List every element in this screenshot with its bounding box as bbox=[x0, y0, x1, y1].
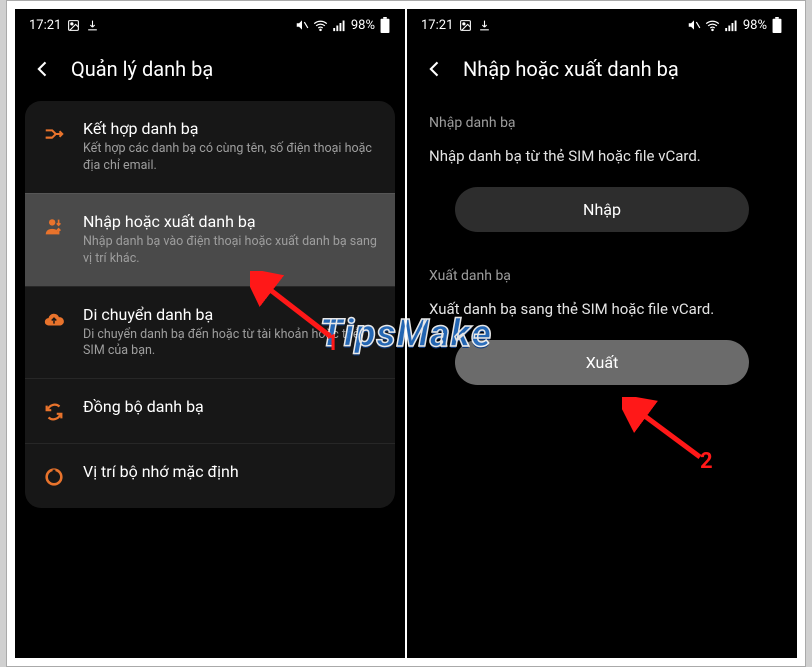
item-title: Di chuyển danh bạ bbox=[83, 305, 379, 324]
sync-icon bbox=[41, 399, 67, 425]
item-move-contacts[interactable]: Di chuyển danh bạ Di chuyển danh bạ đến … bbox=[25, 286, 395, 379]
status-time: 17:21 bbox=[29, 18, 61, 33]
item-merge-contacts[interactable]: Kết hợp danh bạ Kết hợp các danh bạ có c… bbox=[25, 101, 395, 193]
annotation-arrow-2 bbox=[622, 397, 712, 467]
cloud-upload-icon bbox=[41, 307, 67, 333]
export-desc: Xuất danh bạ sang thẻ SIM hoặc file vCar… bbox=[429, 300, 775, 318]
battery-pct: 98% bbox=[743, 18, 767, 33]
download-icon bbox=[478, 19, 491, 32]
storage-icon bbox=[41, 464, 67, 490]
item-title: Nhập hoặc xuất danh bạ bbox=[83, 212, 379, 231]
battery-icon bbox=[379, 17, 391, 33]
item-desc: Kết hợp các danh bạ có cùng tên, số điện… bbox=[83, 141, 379, 175]
image-icon bbox=[459, 19, 472, 32]
import-button[interactable]: Nhập bbox=[455, 187, 749, 232]
status-bar: 17:21 98% bbox=[15, 9, 405, 41]
import-label: Nhập danh bạ bbox=[429, 115, 775, 131]
import-export-icon bbox=[41, 214, 67, 240]
item-title: Đồng bộ danh bạ bbox=[83, 397, 379, 416]
page-title: Nhập hoặc xuất danh bạ bbox=[463, 57, 679, 81]
item-desc: Nhập danh bạ vào điện thoại hoặc xuất da… bbox=[83, 234, 379, 268]
wifi-icon bbox=[313, 18, 328, 33]
phone-screen-right: 17:21 98% bbox=[407, 9, 797, 658]
status-time: 17:21 bbox=[421, 18, 453, 33]
item-title: Kết hợp danh bạ bbox=[83, 119, 379, 138]
back-icon[interactable] bbox=[33, 59, 53, 79]
item-desc: Di chuyển danh bạ đến hoặc từ tài khoản … bbox=[83, 327, 379, 361]
back-icon[interactable] bbox=[425, 59, 445, 79]
item-default-storage[interactable]: Vị trí bộ nhớ mặc định bbox=[25, 443, 395, 508]
item-import-export[interactable]: Nhập hoặc xuất danh bạ Nhập danh bạ vào … bbox=[25, 193, 395, 286]
export-section: Xuất danh bạ Xuất danh bạ sang thẻ SIM h… bbox=[407, 254, 797, 407]
export-button[interactable]: Xuất bbox=[455, 340, 749, 385]
signal-icon bbox=[724, 18, 739, 33]
status-bar: 17:21 98% bbox=[407, 9, 797, 41]
page-title: Quản lý danh bạ bbox=[71, 57, 213, 81]
item-sync-contacts[interactable]: Đồng bộ danh bạ bbox=[25, 378, 395, 443]
export-label: Xuất danh bạ bbox=[429, 268, 775, 284]
settings-list: Kết hợp danh bạ Kết hợp các danh bạ có c… bbox=[25, 101, 395, 508]
import-desc: Nhập danh bạ từ thẻ SIM hoặc file vCard. bbox=[429, 147, 775, 165]
import-section: Nhập danh bạ Nhập danh bạ từ thẻ SIM hoặ… bbox=[407, 101, 797, 254]
wifi-icon bbox=[705, 18, 720, 33]
mute-icon bbox=[295, 18, 309, 32]
merge-icon bbox=[41, 121, 67, 147]
image-icon bbox=[67, 19, 80, 32]
annotation-label-2: 2 bbox=[700, 449, 713, 474]
header: Nhập hoặc xuất danh bạ bbox=[407, 41, 797, 101]
battery-icon bbox=[771, 17, 783, 33]
battery-pct: 98% bbox=[351, 18, 375, 33]
item-title: Vị trí bộ nhớ mặc định bbox=[83, 462, 379, 481]
mute-icon bbox=[687, 18, 701, 32]
signal-icon bbox=[332, 18, 347, 33]
header: Quản lý danh bạ bbox=[15, 41, 405, 101]
phone-screen-left: 17:21 98% bbox=[15, 9, 405, 658]
download-icon bbox=[86, 19, 99, 32]
